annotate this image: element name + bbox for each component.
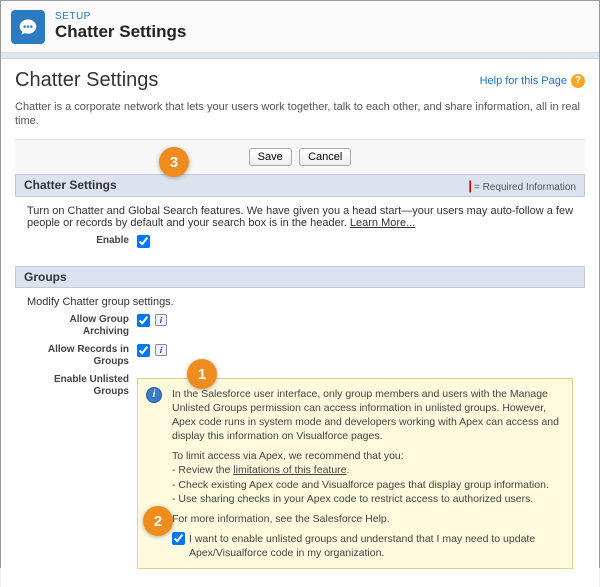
limitations-link[interactable]: limitations of this feature xyxy=(233,464,346,476)
intro-text: Chatter is a corporate network that lets… xyxy=(15,100,585,129)
learn-more-link[interactable]: Learn More... xyxy=(350,217,415,229)
callout-2: 2 xyxy=(143,506,173,536)
info-icon[interactable]: i xyxy=(155,314,167,326)
info-badge-icon: i xyxy=(146,387,162,403)
setup-header: SETUP Chatter Settings xyxy=(1,1,599,53)
allow-archiving-label: Allow Group Archiving xyxy=(27,314,137,338)
info-paragraph: For more information, see the Salesforce… xyxy=(172,512,562,526)
speech-bubble-icon xyxy=(18,17,38,37)
page-title: Chatter Settings xyxy=(15,69,158,92)
allow-records-checkbox[interactable] xyxy=(137,344,150,357)
button-bar: Save Cancel xyxy=(15,139,585,174)
enable-unlisted-label: Enable Unlisted Groups xyxy=(27,374,137,398)
allow-records-label: Allow Records in Groups xyxy=(27,344,137,368)
callout-3: 3 xyxy=(159,147,189,177)
page-header-title: Chatter Settings xyxy=(55,22,186,42)
section-title: Chatter Settings xyxy=(24,178,117,192)
save-button[interactable]: Save xyxy=(249,148,292,166)
chatter-icon xyxy=(11,10,45,44)
confirm-unlisted-checkbox[interactable] xyxy=(172,532,185,545)
section-title: Groups xyxy=(24,270,67,284)
info-paragraph: In the Salesforce user interface, only g… xyxy=(172,387,562,444)
section-header-chatter: Chatter Settings |= Required Information xyxy=(15,174,585,197)
cancel-button[interactable]: Cancel xyxy=(299,148,351,166)
confirm-unlisted-label: I want to enable unlisted groups and und… xyxy=(189,532,562,560)
callout-1: 1 xyxy=(187,359,217,389)
groups-description: Modify Chatter group settings. xyxy=(27,296,573,308)
required-legend: |= Required Information xyxy=(468,178,576,193)
help-icon: ? xyxy=(571,74,585,88)
breadcrumb: SETUP xyxy=(55,11,186,22)
info-icon[interactable]: i xyxy=(155,344,167,356)
unlisted-info-box: i In the Salesforce user interface, only… xyxy=(137,378,573,570)
help-link-text: Help for this Page xyxy=(480,75,567,87)
enable-checkbox[interactable] xyxy=(137,235,150,248)
allow-archiving-checkbox[interactable] xyxy=(137,314,150,327)
chatter-description: Turn on Chatter and Global Search featur… xyxy=(27,205,573,229)
info-paragraph: To limit access via Apex, we recommend t… xyxy=(172,449,562,506)
enable-label: Enable xyxy=(27,235,137,247)
section-header-groups: Groups xyxy=(15,266,585,288)
help-link[interactable]: Help for this Page ? xyxy=(480,74,585,88)
